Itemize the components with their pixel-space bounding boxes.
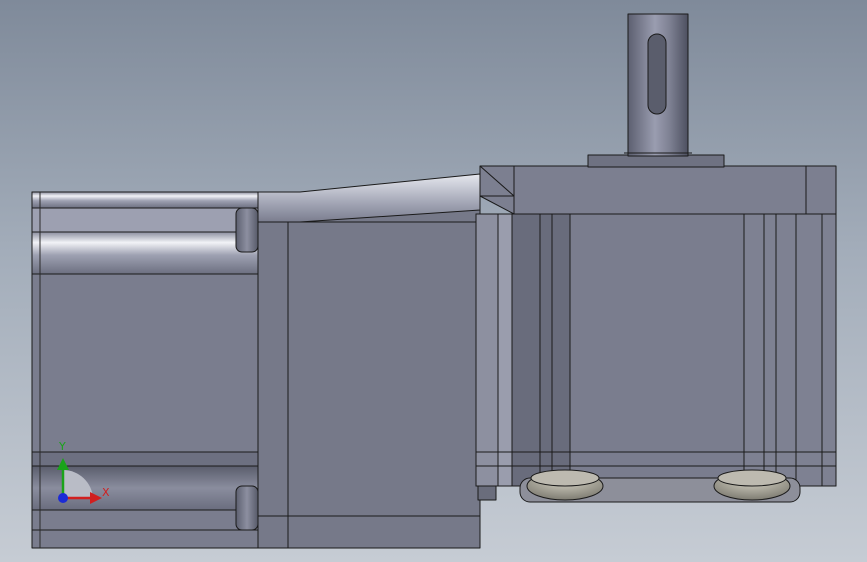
- graphics-viewport[interactable]: Y X: [0, 0, 867, 562]
- gear-head: [475, 165, 837, 503]
- gearbox-housing: [257, 173, 497, 549]
- gearmotor-model[interactable]: [0, 0, 867, 562]
- axis-y-label: Y: [59, 440, 66, 453]
- output-shaft: [587, 13, 725, 168]
- axis-x-label: X: [102, 486, 110, 499]
